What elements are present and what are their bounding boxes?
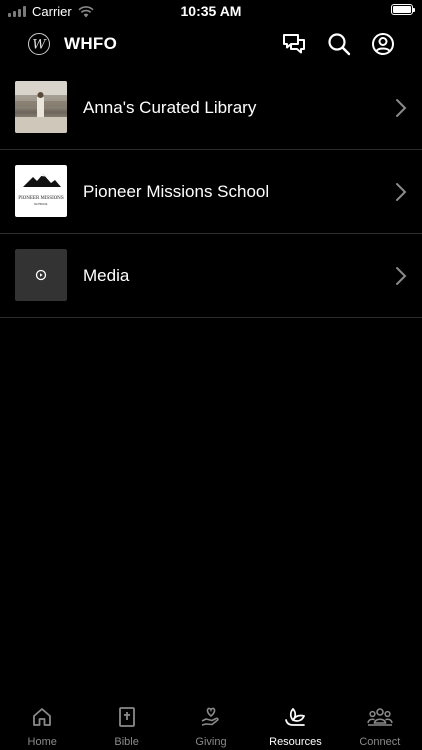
- list-item-pioneer-missions-school[interactable]: PIONEER MISSIONS SCHOOL Pioneer Missions…: [0, 150, 422, 234]
- list-item-annas-curated-library[interactable]: Anna's Curated Library: [0, 66, 422, 150]
- app-title: WHFO: [64, 34, 118, 53]
- tab-resources[interactable]: Resources: [253, 698, 337, 750]
- battery-icon: [391, 4, 415, 15]
- search-icon[interactable]: [326, 31, 352, 57]
- top-bar: W WHFO: [0, 22, 422, 66]
- tab-bar: Home Bible Giving Resources Connect: [0, 698, 422, 750]
- resources-icon: [285, 707, 306, 726]
- chevron-right-icon: [396, 99, 407, 117]
- chat-icon[interactable]: [281, 31, 307, 57]
- tab-label: Home: [27, 736, 57, 748]
- tab-label: Bible: [114, 736, 139, 748]
- tab-giving[interactable]: Giving: [169, 698, 253, 750]
- tab-bible[interactable]: Bible: [84, 698, 168, 750]
- chevron-right-icon: [396, 183, 407, 201]
- svg-text:W: W: [32, 38, 47, 53]
- home-icon: [33, 708, 52, 726]
- media-thumbnail: [15, 249, 67, 301]
- tab-label: Giving: [195, 736, 227, 748]
- bible-icon: [118, 707, 135, 727]
- tab-home[interactable]: Home: [0, 698, 84, 750]
- connect-icon: [367, 708, 393, 726]
- chevron-right-icon: [396, 267, 407, 285]
- svg-text:PIONEER MISSIONS: PIONEER MISSIONS: [18, 195, 64, 200]
- list-item-label: Pioneer Missions School: [83, 182, 270, 201]
- status-time: 10:35 AM: [180, 3, 242, 19]
- giving-icon: [201, 707, 219, 726]
- tab-label: Resources: [269, 736, 322, 748]
- status-bar: Carrier 10:35 AM: [0, 0, 422, 22]
- app-logo[interactable]: W: [27, 32, 51, 56]
- library-thumbnail: [15, 81, 67, 133]
- tab-label: Connect: [359, 736, 401, 748]
- list-item-label: Media: [83, 266, 130, 285]
- list-item-label: Anna's Curated Library: [83, 98, 257, 117]
- profile-icon[interactable]: [370, 31, 396, 57]
- resources-list: Anna's Curated Library PIONEER MISSIONS …: [0, 66, 422, 318]
- tab-connect[interactable]: Connect: [338, 698, 422, 750]
- list-item-media[interactable]: Media: [0, 234, 422, 318]
- svg-text:SCHOOL: SCHOOL: [34, 202, 48, 206]
- pioneer-missions-thumbnail: PIONEER MISSIONS SCHOOL: [15, 165, 67, 217]
